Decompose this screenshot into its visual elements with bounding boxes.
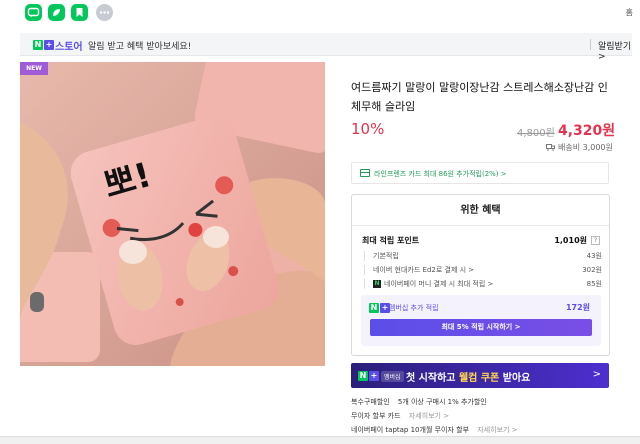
window-bottom-bar — [0, 436, 640, 444]
discount-rate: 10% — [351, 120, 385, 138]
membership-badge: 멤버십 — [381, 371, 404, 382]
max-points-value: 1,010원 — [554, 236, 587, 245]
npay-installment-label: 네이버페이 taptap 10개월 무이자 할부 — [351, 426, 470, 434]
card-points-value: 302원 — [582, 266, 602, 274]
basic-points-row: 기본적립 43원 — [364, 251, 602, 261]
membership-box: N + 멤버십 추가 적립 172원 최대 5% 적립 시작하기 > — [361, 295, 601, 346]
card-points-row[interactable]: 네이버 현대카드 Ed2로 결제 시 > 302원 — [364, 265, 602, 275]
chevron-right-icon: > — [592, 369, 601, 380]
new-badge: NEW — [20, 62, 48, 75]
benefit-panel: 위한 혜택 최대 적립 포인트 1,010원? 기본적립 43원 네이버 현대카… — [351, 194, 610, 356]
n-badge: N — [33, 39, 43, 50]
nplus-logo-icon: N + — [369, 302, 390, 313]
truck-icon — [546, 144, 555, 151]
notice-message: 알림 받고 혜택 받아보세요! — [88, 42, 192, 52]
multi-buy-discount-row: 복수구매할인 5개 이상 구매시 1% 추가할인 — [351, 397, 487, 407]
interest-free-more-link[interactable]: 자세히보기 > — [409, 412, 449, 420]
home-link[interactable]: 홈 — [626, 7, 633, 18]
product-image[interactable]: 뽀! NEW — [20, 62, 325, 366]
plus-badge: + — [369, 370, 379, 381]
divider — [590, 39, 591, 50]
store-notice-bar: N + 스토어 알림 받고 혜택 받아보세요! 알림받기 > — [20, 33, 632, 62]
product-title: 여드름짜기 말랑이 말랑이장난감 스트레스해소장난감 인체무해 슬라임 — [351, 81, 608, 113]
basic-points-value: 43원 — [586, 252, 602, 260]
promo-text-highlight: 웰컴 쿠폰 — [458, 373, 500, 384]
shipping-info: 배송비 3,000원 — [546, 142, 613, 153]
multi-buy-label: 복수구매할인 — [351, 398, 390, 406]
card-points-label: 네이버 현대카드 Ed2로 결제 시 > — [373, 266, 475, 274]
interest-free-card-row: 무이자 할부 카드 자세히보기 > — [351, 411, 449, 421]
wallet-icon[interactable] — [48, 4, 65, 21]
npay-points-value: 85원 — [586, 280, 602, 288]
multi-buy-value: 5개 이상 구매시 1% 추가할인 — [397, 398, 487, 406]
start-membership-button[interactable]: 최대 5% 적립 시작하기 > — [370, 319, 592, 336]
promo-text-before: 첫 시작하고 — [406, 373, 459, 384]
basic-points-label: 기본적립 — [373, 252, 399, 260]
membership-value: 172원 — [565, 303, 590, 312]
product-photo: 뽀! — [20, 62, 325, 366]
n-badge: N — [358, 370, 368, 381]
promo-text-after: 받아요 — [499, 373, 531, 384]
original-price: 4,800원 — [517, 128, 555, 139]
bookmark-icon[interactable] — [71, 4, 88, 21]
npay-points-row[interactable]: N 네이버페이 머니 결제 시 최대 적립 > 85원 — [364, 279, 602, 289]
more-apps-icon[interactable] — [96, 4, 113, 21]
promo-text: 첫 시작하고 웰컴 쿠폰 받아요 — [406, 369, 530, 384]
benefit-title: 위한 혜택 — [352, 195, 609, 226]
card-offer-text: 라인프렌즈 카드 최대 86원 추가적립(2%) > — [374, 170, 507, 178]
nplus-logo-icon: N + — [358, 370, 379, 381]
credit-card-icon — [360, 169, 370, 177]
notification-subscribe-button[interactable]: 알림받기 > — [598, 39, 632, 62]
npay-points-label: 네이버페이 머니 결제 시 최대 적립 > — [384, 280, 494, 288]
shipping-fee: 배송비 3,000원 — [558, 143, 613, 152]
npay-installment-more-link[interactable]: 자세히보기 > — [477, 426, 517, 434]
store-brand: 스토어 — [55, 42, 83, 53]
interest-free-label: 무이자 할부 카드 — [351, 412, 401, 420]
max-points-value-wrap: 1,010원? — [554, 235, 600, 246]
help-icon[interactable]: ? — [591, 236, 600, 245]
app-toolbar: 홈 — [0, 0, 640, 27]
sale-price: 4,320원 — [558, 123, 616, 139]
n-badge: N — [369, 302, 379, 313]
npay-installment-row: 네이버페이 taptap 10개월 무이자 할부 자세히보기 > — [351, 425, 518, 435]
plus-badge: + — [44, 39, 54, 50]
max-points-label: 최대 적립 포인트 — [362, 236, 420, 245]
welcome-coupon-banner[interactable]: N + 멤버십 첫 시작하고 웰컴 쿠폰 받아요 > — [351, 363, 609, 388]
npay-icon: N — [373, 280, 381, 288]
product-info: 여드름짜기 말랑이 말랑이장난감 스트레스해소장난감 인체무해 슬라임 — [351, 78, 613, 116]
membership-label: 멤버십 추가 적립 — [389, 304, 439, 312]
nplus-logo-icon: N + — [33, 39, 54, 50]
max-points-row: 최대 적립 포인트 1,010원? — [362, 235, 600, 246]
card-offer-banner[interactable]: 라인프렌즈 카드 최대 86원 추가적립(2%) > — [351, 162, 609, 184]
chat-icon[interactable] — [25, 4, 42, 21]
